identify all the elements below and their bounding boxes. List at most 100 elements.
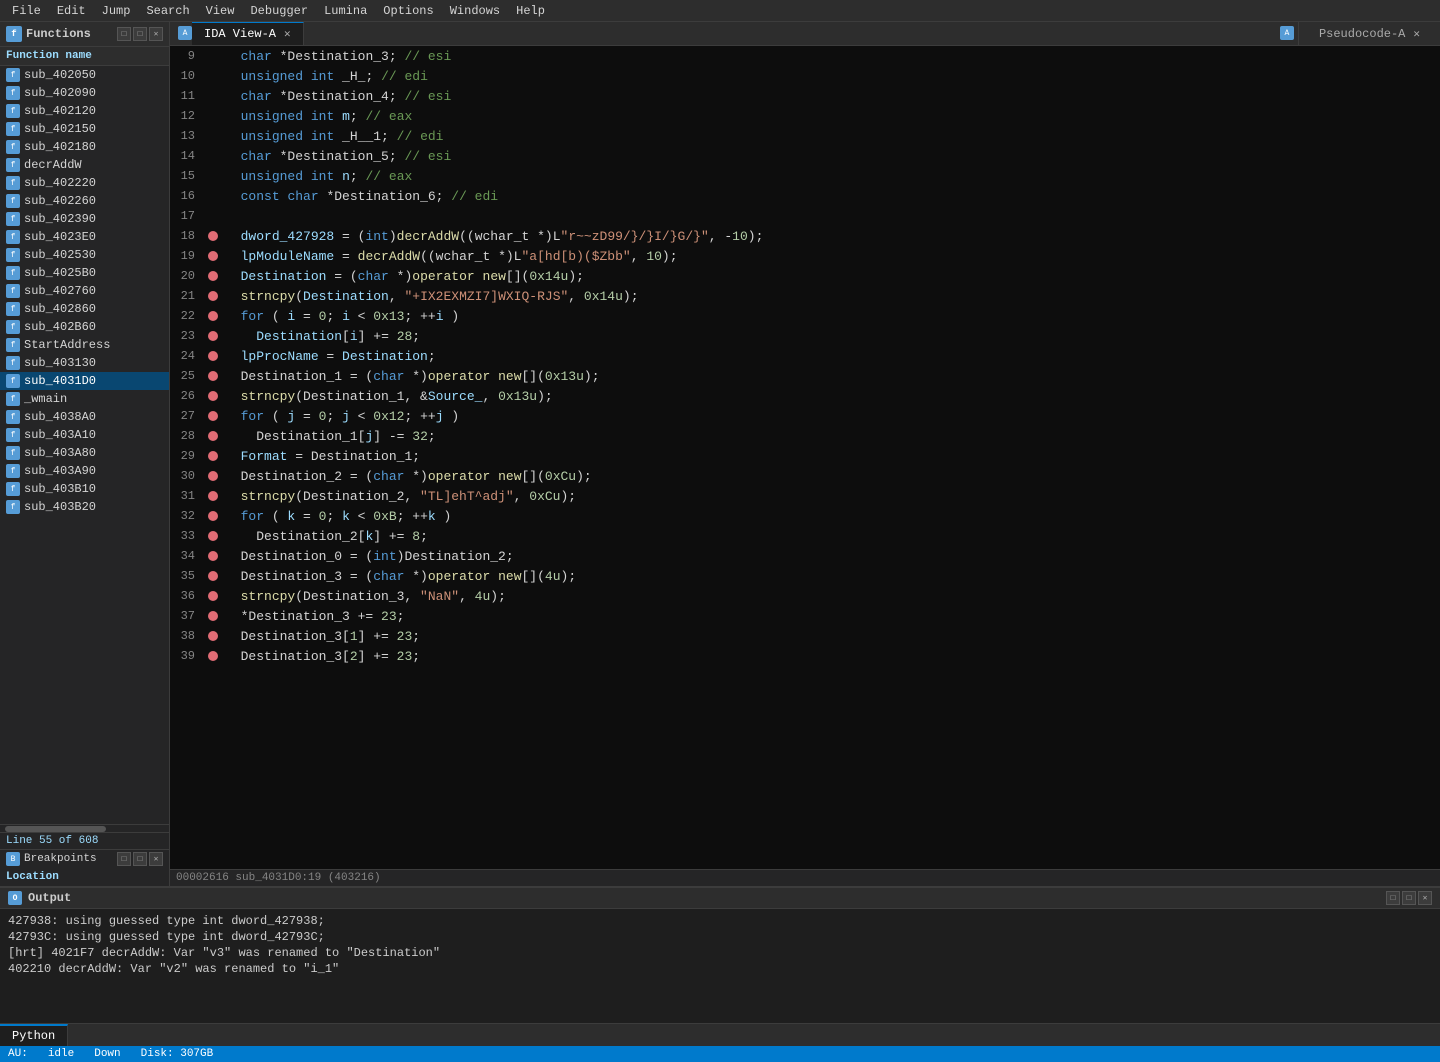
panel-btn-1[interactable]: □ <box>117 27 131 41</box>
function-item[interactable]: f_wmain <box>0 390 169 408</box>
code-line[interactable]: 39 Destination_3[2] += 23; <box>170 646 1440 666</box>
breakpoint-indicator[interactable] <box>205 431 221 441</box>
function-item[interactable]: fsub_4031D0 <box>0 372 169 390</box>
breakpoint-indicator[interactable] <box>205 271 221 281</box>
function-item[interactable]: fsub_402090 <box>0 84 169 102</box>
code-line[interactable]: 13 unsigned int _H__1; // edi <box>170 126 1440 146</box>
breakpoint-indicator[interactable] <box>205 291 221 301</box>
code-line[interactable]: 38 Destination_3[1] += 23; <box>170 626 1440 646</box>
code-line[interactable]: 35 Destination_3 = (char *)operator new[… <box>170 566 1440 586</box>
tab-ida-view[interactable]: IDA View-A ✕ <box>192 22 304 45</box>
code-line[interactable]: 12 unsigned int m; // eax <box>170 106 1440 126</box>
code-line[interactable]: 19 lpModuleName = decrAddW((wchar_t *)L"… <box>170 246 1440 266</box>
menu-jump[interactable]: Jump <box>94 2 139 20</box>
functions-list[interactable]: fsub_402050fsub_402090fsub_402120fsub_40… <box>0 66 169 824</box>
function-item[interactable]: fsub_402120 <box>0 102 169 120</box>
breakpoint-indicator[interactable] <box>205 591 221 601</box>
function-item[interactable]: fsub_402180 <box>0 138 169 156</box>
menu-help[interactable]: Help <box>508 2 553 20</box>
bp-close-btn[interactable]: ✕ <box>149 852 163 866</box>
menu-file[interactable]: File <box>4 2 49 20</box>
function-item[interactable]: fsub_403A10 <box>0 426 169 444</box>
code-line[interactable]: 10 unsigned int _H_; // edi <box>170 66 1440 86</box>
bottom-tab-python[interactable]: Python <box>0 1024 68 1046</box>
output-btn-2[interactable]: □ <box>1402 891 1416 905</box>
tab-ida-close[interactable]: ✕ <box>284 27 291 41</box>
panel-close-btn[interactable]: ✕ <box>149 27 163 41</box>
output-close-btn[interactable]: ✕ <box>1418 891 1432 905</box>
function-item[interactable]: fsub_4038A0 <box>0 408 169 426</box>
function-item[interactable]: fStartAddress <box>0 336 169 354</box>
menu-options[interactable]: Options <box>375 2 441 20</box>
code-line[interactable]: 32 for ( k = 0; k < 0xB; ++k ) <box>170 506 1440 526</box>
output-btn-1[interactable]: □ <box>1386 891 1400 905</box>
function-item[interactable]: fsub_4023E0 <box>0 228 169 246</box>
code-line[interactable]: 22 for ( i = 0; i < 0x13; ++i ) <box>170 306 1440 326</box>
breakpoint-indicator[interactable] <box>205 451 221 461</box>
menu-search[interactable]: Search <box>138 2 197 20</box>
function-item[interactable]: fsub_402860 <box>0 300 169 318</box>
breakpoint-indicator[interactable] <box>205 551 221 561</box>
function-item[interactable]: fsub_402260 <box>0 192 169 210</box>
bp-btn-1[interactable]: □ <box>117 852 131 866</box>
breakpoint-indicator[interactable] <box>205 631 221 641</box>
code-line[interactable]: 24 lpProcName = Destination; <box>170 346 1440 366</box>
breakpoint-indicator[interactable] <box>205 491 221 501</box>
menu-debugger[interactable]: Debugger <box>242 2 316 20</box>
bp-btn-2[interactable]: □ <box>133 852 147 866</box>
list-scrollbar[interactable] <box>0 824 169 832</box>
function-item[interactable]: fsub_402530 <box>0 246 169 264</box>
code-line[interactable]: 16 const char *Destination_6; // edi <box>170 186 1440 206</box>
function-item[interactable]: fsub_402760 <box>0 282 169 300</box>
breakpoint-indicator[interactable] <box>205 611 221 621</box>
function-item[interactable]: fsub_403130 <box>0 354 169 372</box>
code-line[interactable]: 20 Destination = (char *)operator new[](… <box>170 266 1440 286</box>
breakpoint-indicator[interactable] <box>205 531 221 541</box>
breakpoint-indicator[interactable] <box>205 471 221 481</box>
code-line[interactable]: 9 char *Destination_3; // esi <box>170 46 1440 66</box>
tab-pseudocode-close[interactable]: ✕ <box>1413 27 1420 41</box>
menu-edit[interactable]: Edit <box>49 2 94 20</box>
code-line[interactable]: 17 <box>170 206 1440 226</box>
code-line[interactable]: 37 *Destination_3 += 23; <box>170 606 1440 626</box>
tab-pseudocode[interactable]: Pseudocode-A ✕ <box>1298 22 1440 45</box>
function-item[interactable]: fdecrAddW <box>0 156 169 174</box>
breakpoint-indicator[interactable] <box>205 511 221 521</box>
breakpoint-indicator[interactable] <box>205 651 221 661</box>
code-line[interactable]: 34 Destination_0 = (int)Destination_2; <box>170 546 1440 566</box>
function-item[interactable]: fsub_402390 <box>0 210 169 228</box>
breakpoint-indicator[interactable] <box>205 231 221 241</box>
function-item[interactable]: fsub_4025B0 <box>0 264 169 282</box>
breakpoint-indicator[interactable] <box>205 351 221 361</box>
function-item[interactable]: fsub_403A80 <box>0 444 169 462</box>
function-item[interactable]: fsub_403B10 <box>0 480 169 498</box>
code-line[interactable]: 21 strncpy(Destination, "+IX2EXMZI7]WXIQ… <box>170 286 1440 306</box>
function-item[interactable]: fsub_403A90 <box>0 462 169 480</box>
menu-windows[interactable]: Windows <box>442 2 508 20</box>
code-line[interactable]: 18 dword_427928 = (int)decrAddW((wchar_t… <box>170 226 1440 246</box>
menu-view[interactable]: View <box>198 2 243 20</box>
breakpoint-indicator[interactable] <box>205 331 221 341</box>
breakpoint-indicator[interactable] <box>205 411 221 421</box>
function-item[interactable]: fsub_403B20 <box>0 498 169 516</box>
menu-lumina[interactable]: Lumina <box>316 2 375 20</box>
breakpoint-indicator[interactable] <box>205 391 221 401</box>
code-line[interactable]: 14 char *Destination_5; // esi <box>170 146 1440 166</box>
function-item[interactable]: fsub_402220 <box>0 174 169 192</box>
code-view[interactable]: 9 char *Destination_3; // esi10 unsigned… <box>170 46 1440 869</box>
code-line[interactable]: 23 Destination[i] += 28; <box>170 326 1440 346</box>
code-line[interactable]: 25 Destination_1 = (char *)operator new[… <box>170 366 1440 386</box>
function-item[interactable]: fsub_402150 <box>0 120 169 138</box>
panel-btn-2[interactable]: □ <box>133 27 147 41</box>
code-line[interactable]: 27 for ( j = 0; j < 0x12; ++j ) <box>170 406 1440 426</box>
breakpoint-indicator[interactable] <box>205 571 221 581</box>
code-line[interactable]: 36 strncpy(Destination_3, "NaN", 4u); <box>170 586 1440 606</box>
function-item[interactable]: fsub_402050 <box>0 66 169 84</box>
breakpoint-indicator[interactable] <box>205 251 221 261</box>
code-line[interactable]: 33 Destination_2[k] += 8; <box>170 526 1440 546</box>
code-line[interactable]: 11 char *Destination_4; // esi <box>170 86 1440 106</box>
code-line[interactable]: 31 strncpy(Destination_2, "TL]ehT^adj", … <box>170 486 1440 506</box>
breakpoint-indicator[interactable] <box>205 371 221 381</box>
breakpoint-indicator[interactable] <box>205 311 221 321</box>
code-line[interactable]: 28 Destination_1[j] -= 32; <box>170 426 1440 446</box>
